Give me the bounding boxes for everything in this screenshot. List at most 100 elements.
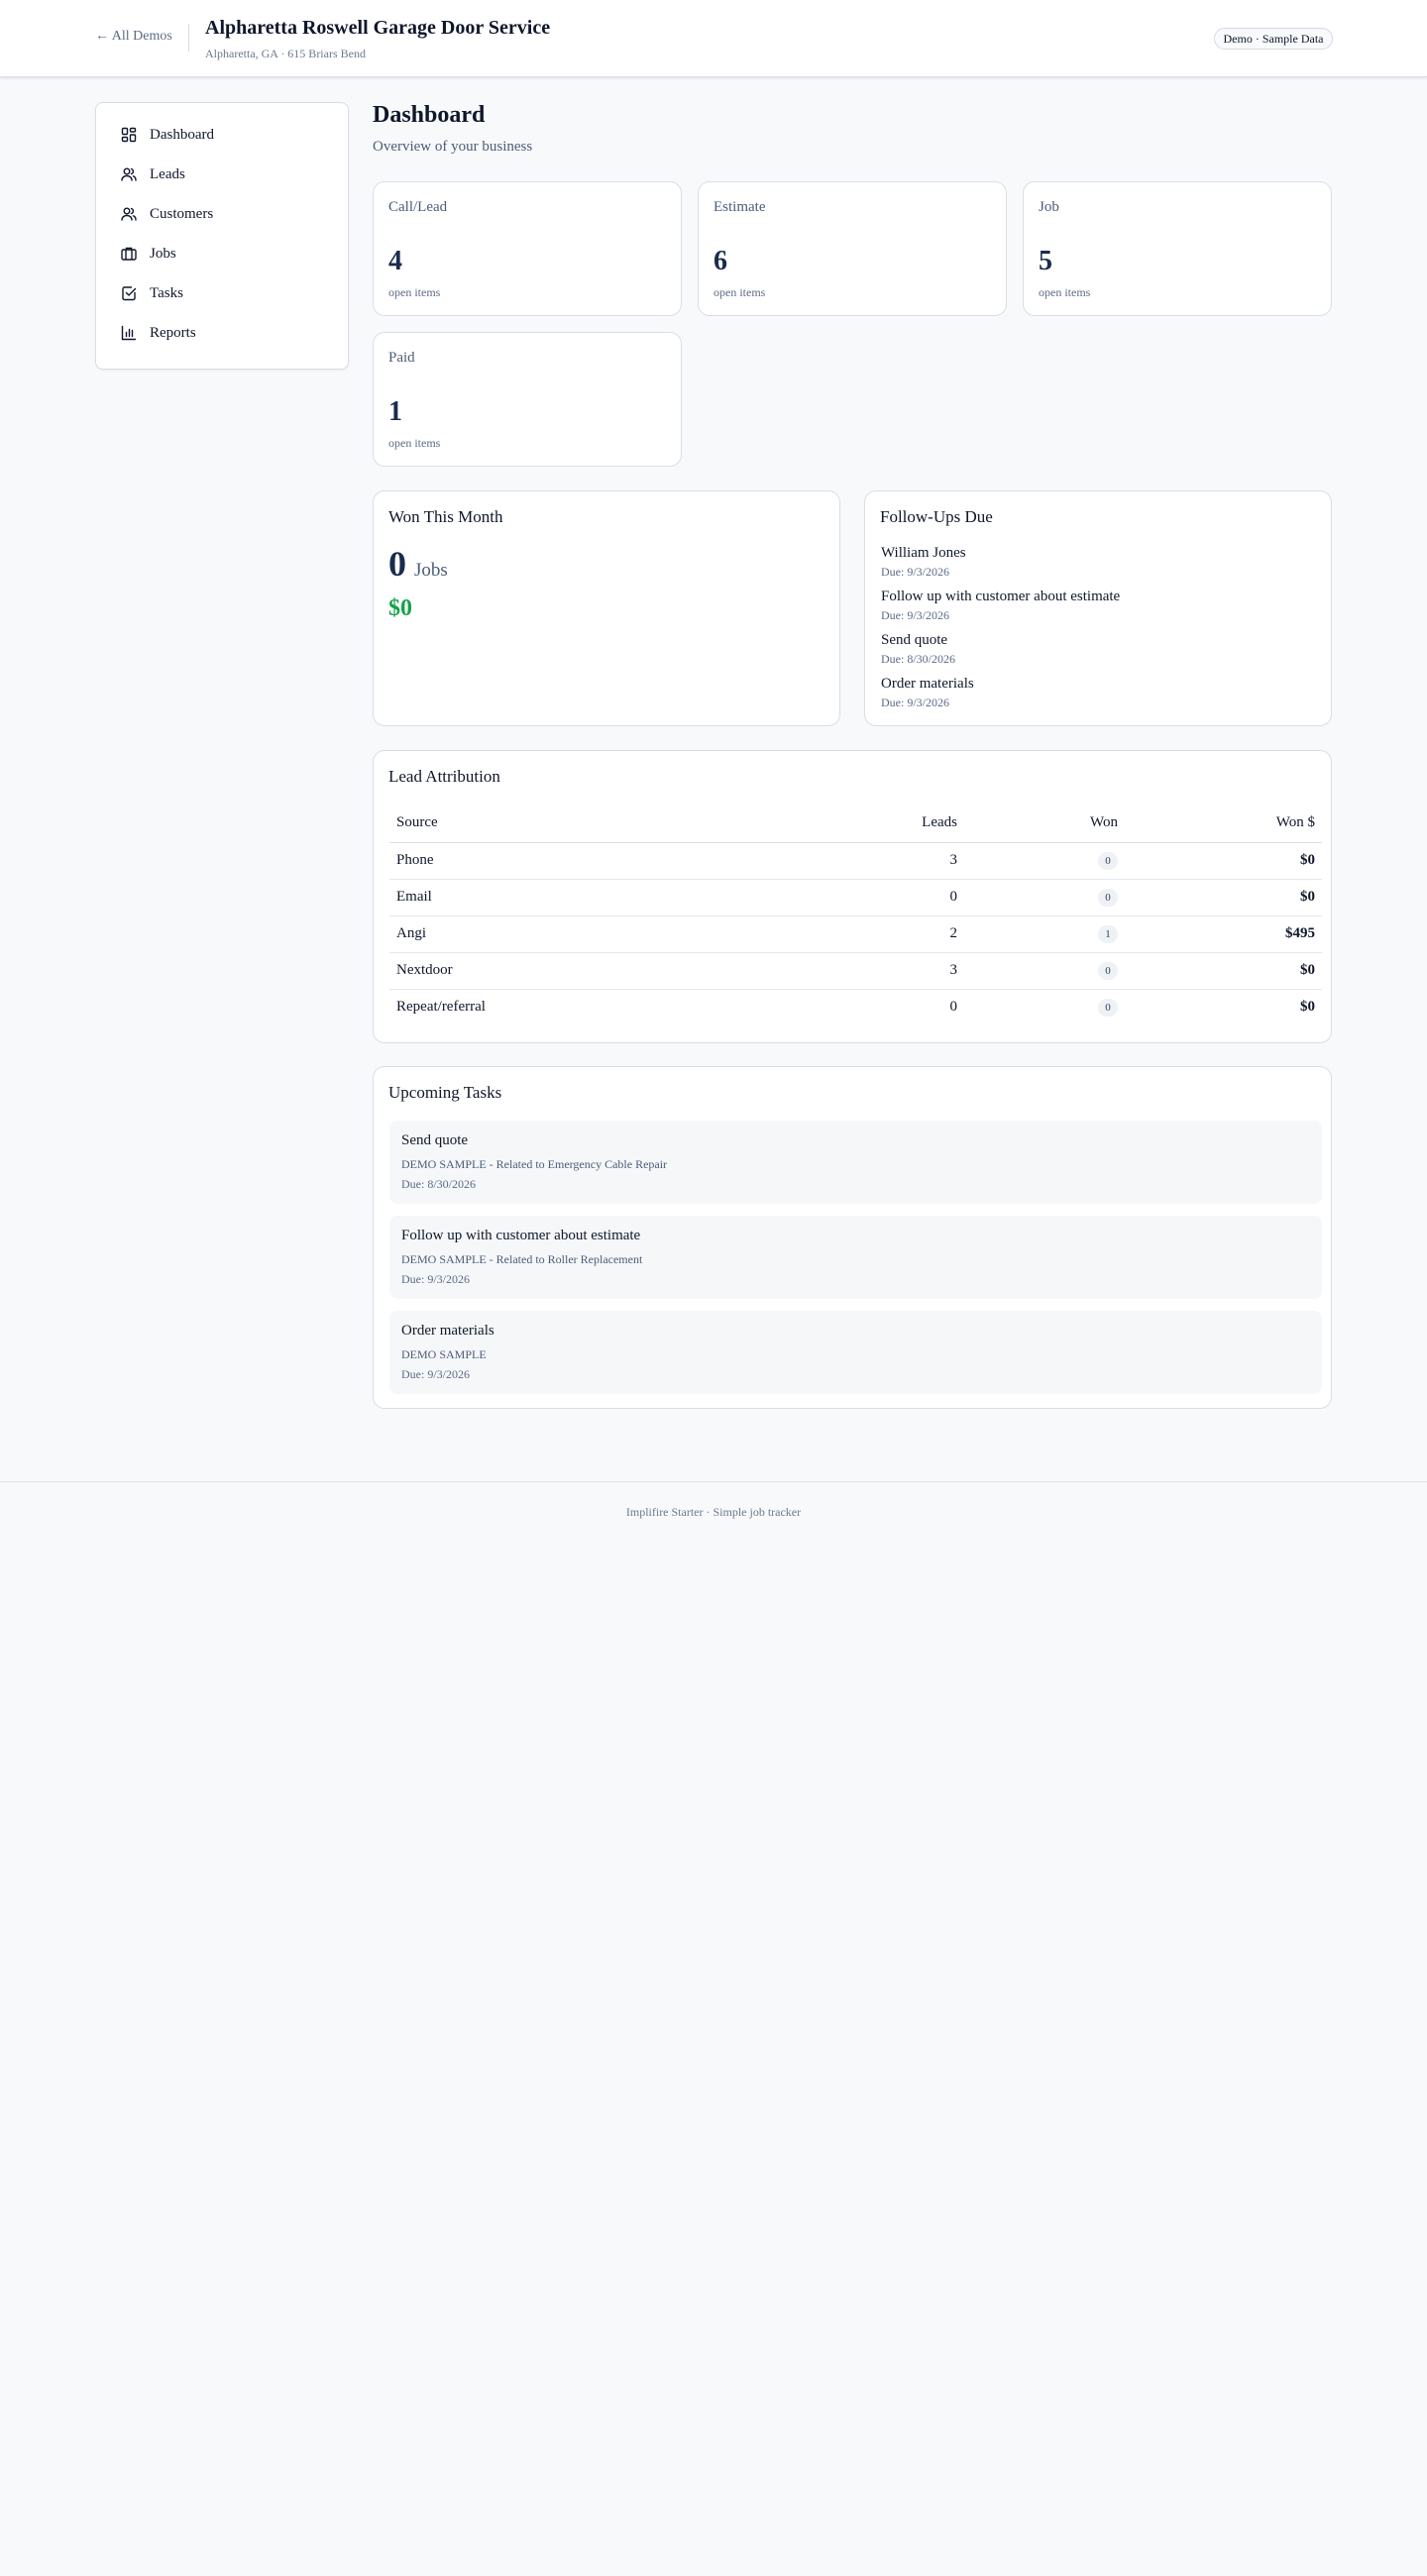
cell-source: Angi	[389, 915, 766, 953]
cell-leads: 0	[949, 999, 958, 1016]
sidebar-item-customers[interactable]: Customers	[112, 198, 334, 230]
won-amount: $0	[388, 595, 412, 621]
card-title: Won This Month	[388, 507, 503, 526]
cell-leads: 0	[766, 879, 964, 916]
business-name: Alpharetta Roswell Garage Door Service	[205, 17, 551, 39]
table-header-row: Source Leads Won Won $	[389, 805, 1322, 843]
stat-value: 1	[388, 396, 402, 427]
table-row: Email 0 0 $0	[389, 879, 1322, 916]
dashboard-icon	[120, 126, 138, 144]
follow-up-item[interactable]: William Jones Due: 9/3/2026	[881, 545, 966, 580]
sidebar-item-dashboard[interactable]: Dashboard	[112, 119, 334, 151]
sidebar-item-label: Reports	[150, 324, 196, 341]
follow-up-due: Due: 9/3/2026	[881, 565, 949, 579]
won-count: 0	[388, 544, 406, 584]
sidebar-item-label: Leads	[150, 165, 185, 182]
sidebar-item-reports[interactable]: Reports	[112, 317, 334, 349]
cell-leads: 3	[766, 952, 964, 990]
column-header-source: Source	[389, 805, 766, 843]
all-demos-link[interactable]: ← All Demos	[95, 29, 172, 45]
won-count-badge: 0	[1098, 961, 1118, 980]
checkbox-icon	[120, 284, 138, 302]
task-title: Follow up with customer about estimate	[401, 1228, 641, 1243]
won-unit: Jobs	[414, 560, 448, 581]
task-item[interactable]: Order materials DEMO SAMPLE Due: 9/3/202…	[389, 1311, 1322, 1394]
task-due: Due: 9/3/2026	[401, 1367, 470, 1381]
sidebar-item-leads[interactable]: Leads	[112, 159, 334, 190]
table-row: Phone 3 0 $0	[389, 842, 1322, 880]
follow-up-item[interactable]: Order materials Due: 9/3/2026	[881, 676, 974, 710]
task-due: Due: 9/3/2026	[401, 1272, 470, 1286]
sidebar-item-label: Jobs	[150, 245, 176, 262]
top-header: ← All Demos Alpharetta Roswell Garage Do…	[0, 0, 1427, 77]
stat-card-estimate[interactable]: Estimate 6 open items	[698, 181, 1007, 316]
users-icon	[120, 205, 138, 223]
follow-up-item[interactable]: Follow up with customer about estimate D…	[881, 589, 1120, 623]
follow-up-name: Send quote	[881, 632, 948, 648]
cell-won-amount: $0	[1125, 879, 1322, 916]
task-related: DEMO SAMPLE - Related to Emergency Cable…	[401, 1157, 668, 1171]
cell-leads: 2	[766, 915, 964, 953]
briefcase-icon	[120, 245, 138, 263]
stat-label: Estimate	[714, 199, 766, 215]
task-related: DEMO SAMPLE - Related to Roller Replacem…	[401, 1252, 643, 1266]
cell-won-amount: $0	[1125, 952, 1322, 990]
won-count-badge: 0	[1098, 888, 1118, 907]
page-subtitle: Overview of your business	[373, 139, 533, 155]
header-divider	[188, 24, 189, 52]
follow-ups-card: Follow-Ups Due William Jones Due: 9/3/20…	[864, 490, 1332, 726]
table-row: Repeat/referral 0 0 $0	[389, 989, 1322, 1025]
cell-source: Repeat/referral	[396, 999, 486, 1016]
bar-chart-icon	[120, 324, 138, 342]
column-header-leads: Leads	[766, 805, 964, 843]
stat-card-job[interactable]: Job 5 open items	[1023, 181, 1332, 316]
stat-card-call-lead[interactable]: Call/Lead 4 open items	[373, 181, 682, 316]
stat-label: Call/Lead	[388, 199, 448, 215]
footer-text: Implifire Starter · Simple job tracker	[625, 1505, 802, 1519]
stat-caption: open items	[388, 436, 441, 450]
card-title: Follow-Ups Due	[880, 507, 993, 526]
lead-attribution-card: Lead Attribution Source Leads Won Won $ …	[373, 750, 1332, 1043]
upcoming-tasks-card: Upcoming Tasks Send quote DEMO SAMPLE - …	[373, 1066, 1332, 1409]
won-this-month-card: Won This Month 0 Jobs $0	[373, 490, 840, 726]
sidebar-item-label: Dashboard	[150, 126, 214, 143]
stat-card-paid[interactable]: Paid 1 open items	[373, 332, 682, 467]
stat-caption: open items	[714, 285, 766, 299]
task-item[interactable]: Send quote DEMO SAMPLE - Related to Emer…	[389, 1121, 1322, 1204]
page-title: Dashboard	[373, 102, 486, 128]
cell-source: Phone	[389, 842, 766, 880]
table-row: Nextdoor 3 0 $0	[389, 952, 1322, 990]
task-title: Send quote	[401, 1132, 469, 1148]
won-count-badge: 0	[1098, 851, 1118, 870]
follow-up-name: Order materials	[881, 676, 974, 692]
task-title: Order materials	[401, 1323, 494, 1339]
follow-up-name: Follow up with customer about estimate	[881, 589, 1121, 604]
follow-up-due: Due: 9/3/2026	[881, 696, 949, 709]
follow-up-due: Due: 9/3/2026	[881, 608, 949, 622]
stat-value: 5	[1039, 246, 1052, 276]
task-item[interactable]: Follow up with customer about estimate D…	[389, 1216, 1322, 1299]
stat-caption: open items	[388, 285, 441, 299]
follow-up-due: Due: 8/30/2026	[881, 652, 955, 666]
users-icon	[120, 165, 138, 183]
sidebar-item-tasks[interactable]: Tasks	[112, 277, 334, 309]
stat-value: 6	[714, 246, 727, 276]
card-title: Lead Attribution	[388, 767, 500, 786]
sidebar: Dashboard Leads Customers Jobs Tasks Rep…	[95, 102, 349, 370]
follow-up-name: William Jones	[881, 545, 966, 561]
cell-won-amount: $0	[1300, 999, 1315, 1016]
cell-won-amount: $0	[1125, 842, 1322, 880]
card-title: Upcoming Tasks	[388, 1083, 502, 1102]
stat-value: 4	[388, 246, 402, 276]
stat-caption: open items	[1039, 285, 1091, 299]
lead-attribution-table: Source Leads Won Won $ Phone 3 0 $0 Emai…	[389, 805, 1322, 1025]
stat-label: Paid	[388, 350, 415, 366]
won-count-badge: 1	[1098, 924, 1118, 943]
cell-source: Email	[389, 879, 766, 916]
column-header-won: Won	[964, 805, 1125, 843]
table-row: Angi 2 1 $495	[389, 915, 1322, 953]
sidebar-item-jobs[interactable]: Jobs	[112, 238, 334, 269]
demo-badge: Demo · Sample Data	[1214, 28, 1333, 50]
task-related: DEMO SAMPLE	[401, 1347, 487, 1361]
follow-up-item[interactable]: Send quote Due: 8/30/2026	[881, 632, 955, 667]
